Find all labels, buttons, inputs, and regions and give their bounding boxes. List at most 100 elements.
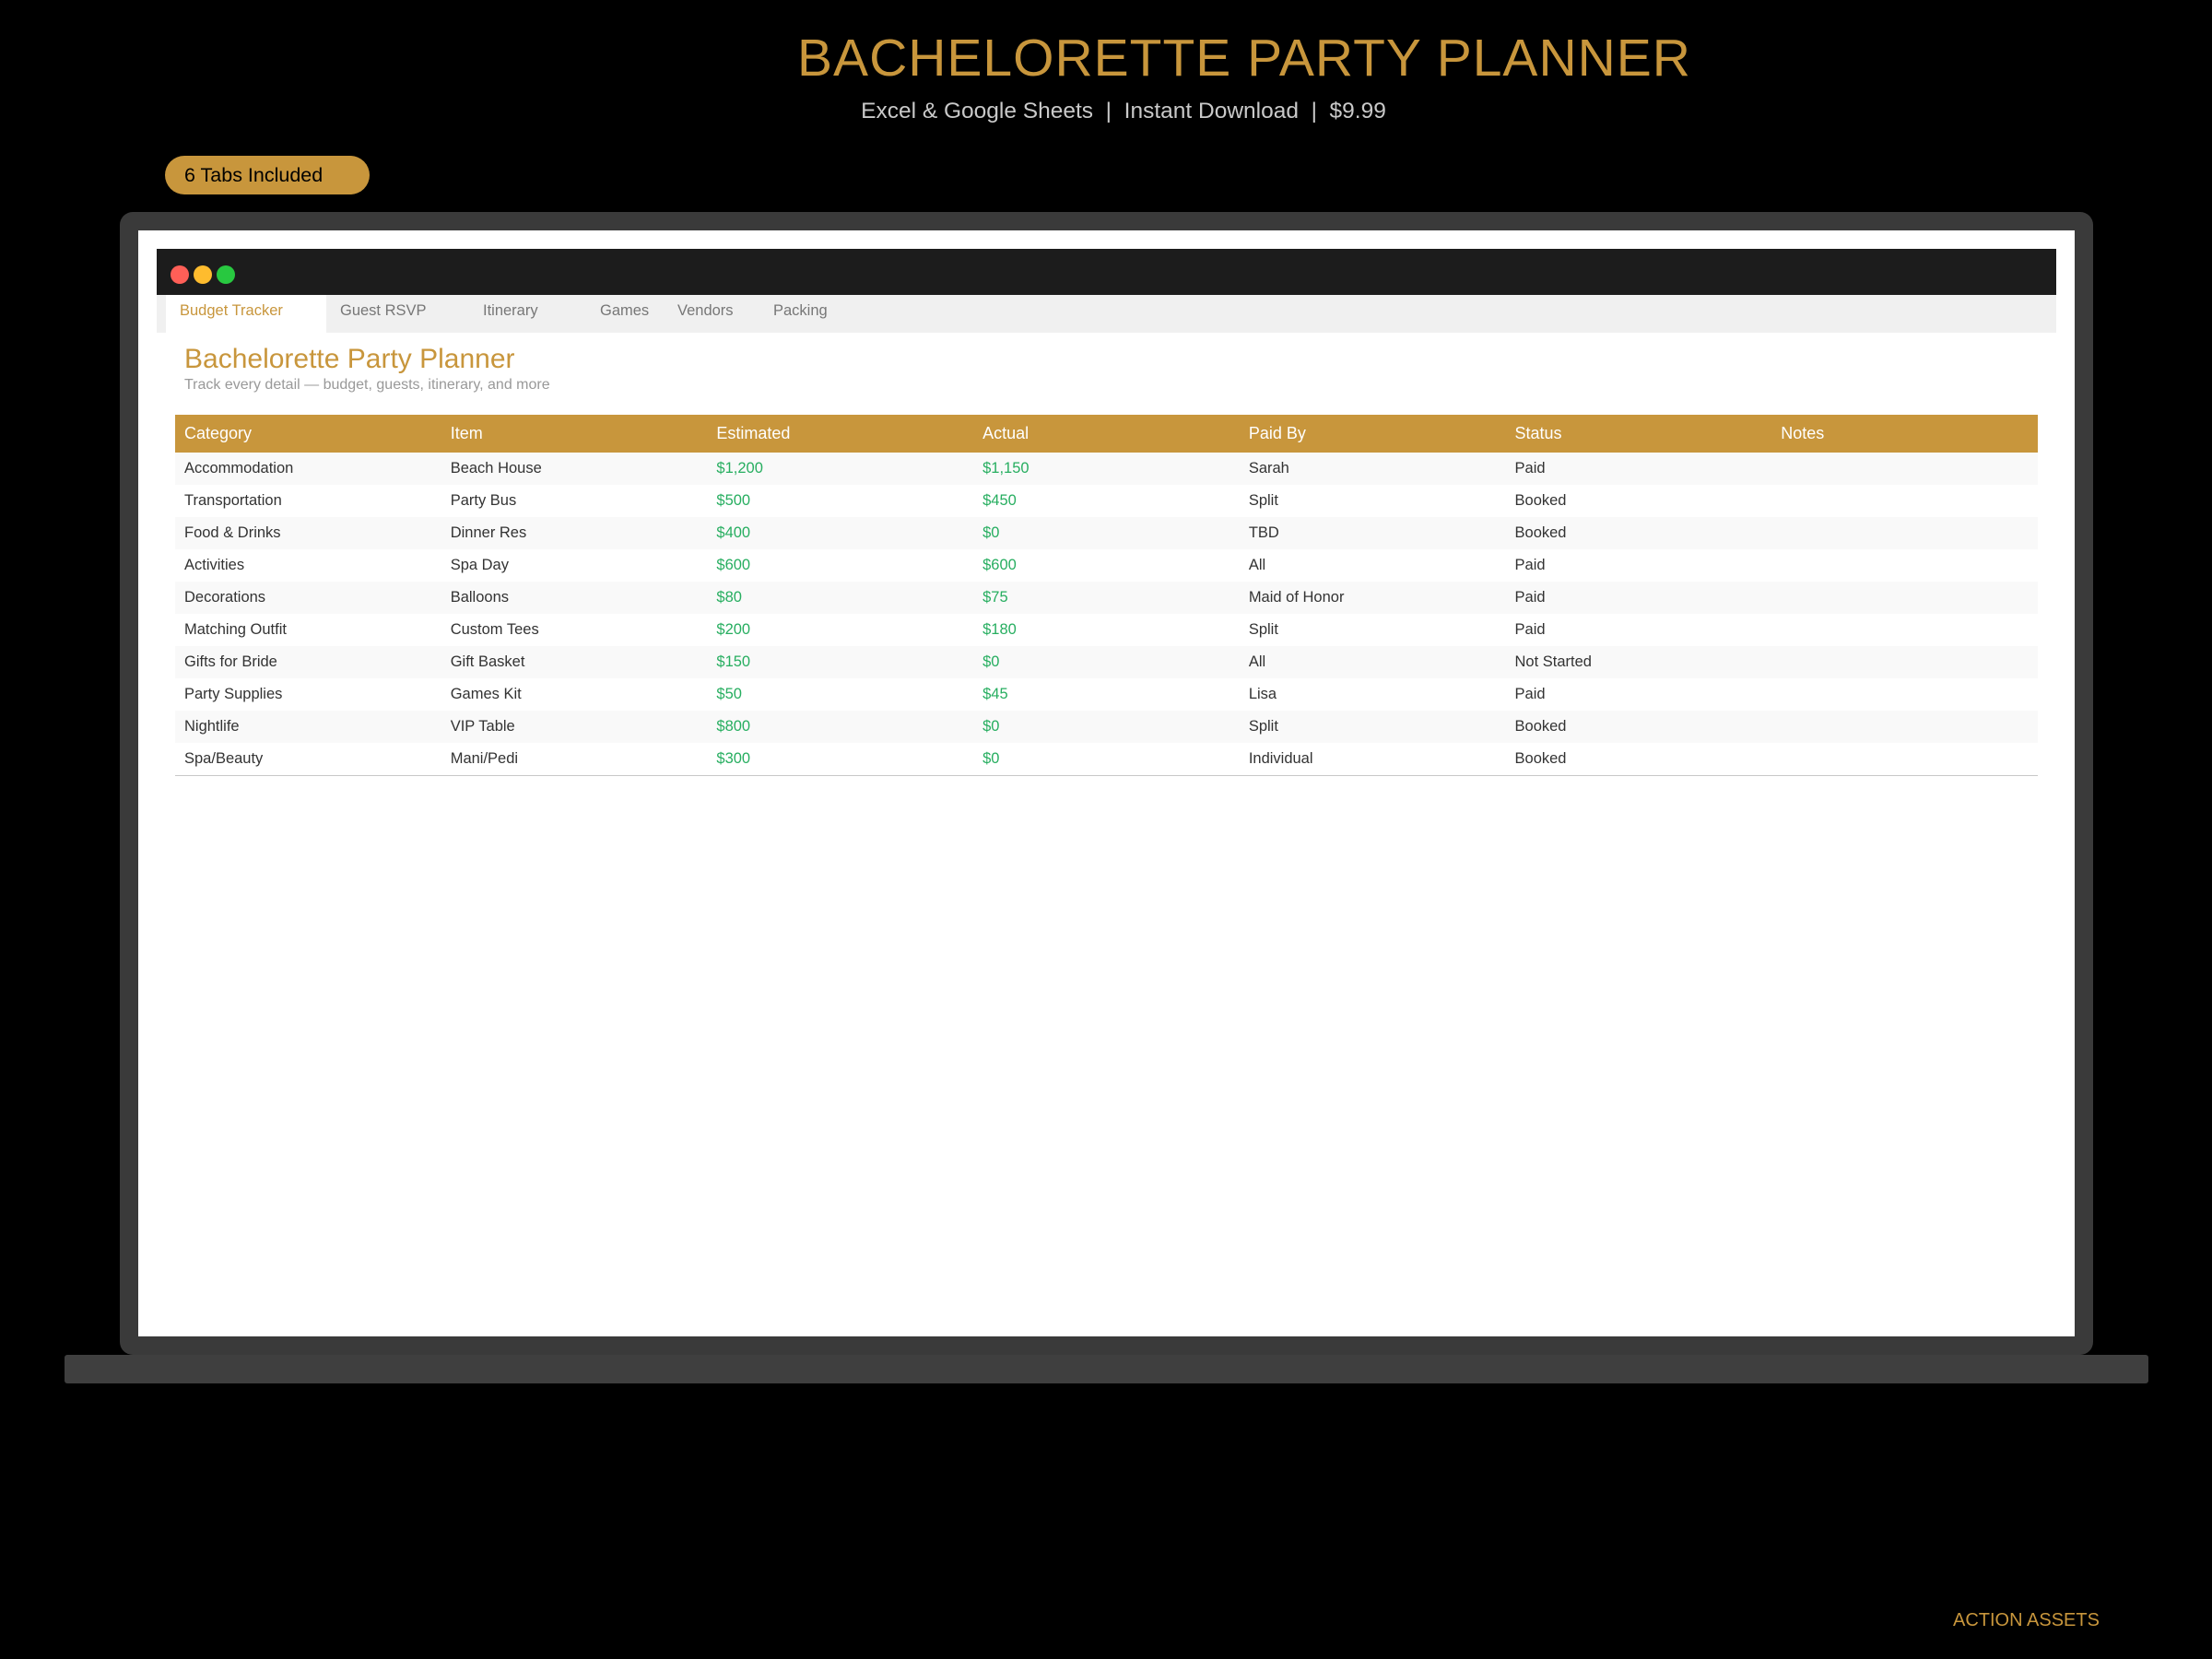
cell-estimated[interactable]: $800: [707, 711, 974, 743]
sheet-tab-bar: Budget Tracker Guest RSVP Itinerary Game…: [157, 295, 2056, 333]
tab-games[interactable]: Games: [600, 295, 649, 333]
cell-estimated[interactable]: $50: [707, 678, 973, 711]
cell-item[interactable]: Party Bus: [441, 485, 708, 517]
cell-estimated[interactable]: $500: [707, 485, 973, 517]
cell-actual[interactable]: $1,150: [973, 453, 1240, 485]
cell-item[interactable]: Spa Day: [441, 549, 708, 582]
cell-actual[interactable]: $0: [973, 711, 1240, 743]
sheet-title: Bachelorette Party Planner: [184, 344, 515, 374]
cell-category[interactable]: Nightlife: [175, 711, 441, 743]
cell-status[interactable]: Booked: [1505, 711, 1772, 743]
cell-item[interactable]: Gift Basket: [441, 646, 708, 678]
cell-item[interactable]: Beach House: [441, 453, 708, 485]
cell-notes[interactable]: [1771, 549, 2038, 582]
cell-notes[interactable]: [1771, 582, 2038, 614]
cell-actual[interactable]: $450: [973, 485, 1240, 517]
column-header-paid-by[interactable]: Paid By: [1239, 415, 1506, 453]
cell-paid-by[interactable]: Individual: [1239, 743, 1506, 776]
cell-paid-by[interactable]: Sarah: [1239, 453, 1506, 485]
table-row: Gifts for Bride Gift Basket $150 $0 All Not S…: [175, 646, 2038, 678]
cell-category[interactable]: Transportation: [175, 485, 441, 517]
minimize-window-icon[interactable]: [194, 265, 212, 284]
cell-category[interactable]: Activities: [175, 549, 441, 582]
table-header-row: Category Item Estimated Actual Paid By S…: [175, 415, 2038, 453]
cell-notes[interactable]: [1771, 646, 2038, 678]
cell-notes[interactable]: [1771, 678, 2038, 711]
cell-estimated[interactable]: $200: [707, 614, 973, 646]
close-window-icon[interactable]: [171, 265, 189, 284]
cell-item[interactable]: Dinner Res: [441, 517, 708, 549]
cell-item[interactable]: Games Kit: [441, 678, 708, 711]
tab-vendors[interactable]: Vendors: [677, 295, 734, 333]
cell-status[interactable]: Paid: [1506, 678, 1772, 711]
cell-category[interactable]: Gifts for Bride: [175, 646, 441, 678]
table-row: Decorations Balloons $80 $75 Maid of Honor Pa…: [175, 582, 2038, 614]
cell-category[interactable]: Food & Drinks: [175, 517, 441, 549]
table-row: Transportation Party Bus $500 $450 Split Book…: [175, 485, 2038, 517]
cell-estimated[interactable]: $400: [707, 517, 974, 549]
cell-category[interactable]: Party Supplies: [175, 678, 441, 711]
cell-status[interactable]: Paid: [1506, 549, 1772, 582]
cell-paid-by[interactable]: Maid of Honor: [1239, 582, 1506, 614]
tab-guest-rsvp[interactable]: Guest RSVP: [340, 295, 427, 333]
cell-estimated[interactable]: $80: [707, 582, 974, 614]
cell-item[interactable]: Mani/Pedi: [441, 743, 708, 776]
cell-status[interactable]: Paid: [1505, 582, 1772, 614]
sheet-subtitle: Track every detail — budget, guests, iti…: [184, 377, 550, 393]
column-header-notes[interactable]: Notes: [1771, 415, 2038, 453]
column-header-actual[interactable]: Actual: [973, 415, 1240, 453]
cell-category[interactable]: Decorations: [175, 582, 441, 614]
column-header-item[interactable]: Item: [441, 415, 708, 453]
cell-notes[interactable]: [1771, 743, 2038, 776]
cell-status[interactable]: Paid: [1505, 453, 1772, 485]
maximize-window-icon[interactable]: [217, 265, 235, 284]
table-row: Matching Outfit Custom Tees $200 $180 Split P…: [175, 614, 2038, 646]
cell-notes[interactable]: [1771, 485, 2038, 517]
cell-paid-by[interactable]: Split: [1240, 485, 1506, 517]
cell-notes[interactable]: [1771, 517, 2038, 549]
cell-actual[interactable]: $45: [973, 678, 1240, 711]
cell-status[interactable]: Booked: [1505, 743, 1772, 776]
cell-actual[interactable]: $180: [973, 614, 1240, 646]
cell-actual[interactable]: $0: [973, 517, 1240, 549]
cell-paid-by[interactable]: Lisa: [1240, 678, 1506, 711]
cell-notes[interactable]: [1771, 453, 2038, 485]
tabs-included-badge: 6 Tabs Included: [165, 156, 370, 194]
cell-actual[interactable]: $0: [973, 646, 1240, 678]
cell-actual[interactable]: $75: [973, 582, 1240, 614]
cell-status[interactable]: Paid: [1506, 614, 1772, 646]
cell-notes[interactable]: [1771, 614, 2038, 646]
cell-estimated[interactable]: $150: [707, 646, 974, 678]
cell-notes[interactable]: [1771, 711, 2038, 743]
cell-estimated[interactable]: $600: [707, 549, 973, 582]
column-header-status[interactable]: Status: [1505, 415, 1772, 453]
cell-actual[interactable]: $0: [973, 743, 1240, 776]
cell-status[interactable]: Not Started: [1505, 646, 1772, 678]
cell-item[interactable]: VIP Table: [441, 711, 708, 743]
cell-actual[interactable]: $600: [973, 549, 1240, 582]
cell-paid-by[interactable]: Split: [1239, 711, 1506, 743]
column-header-category[interactable]: Category: [175, 415, 441, 453]
cell-estimated[interactable]: $300: [707, 743, 974, 776]
cell-estimated[interactable]: $1,200: [707, 453, 974, 485]
window-titlebar: [157, 249, 2056, 295]
column-header-estimated[interactable]: Estimated: [707, 415, 974, 453]
tab-itinerary[interactable]: Itinerary: [483, 295, 538, 333]
cell-item[interactable]: Custom Tees: [441, 614, 708, 646]
tab-budget-tracker[interactable]: Budget Tracker: [166, 295, 326, 333]
cell-paid-by[interactable]: All: [1239, 646, 1506, 678]
cell-category[interactable]: Spa/Beauty: [175, 743, 441, 776]
table-row: Accommodation Beach House $1,200 $1,150 Sara…: [175, 453, 2038, 485]
cell-status[interactable]: Booked: [1505, 517, 1772, 549]
tab-packing[interactable]: Packing: [773, 295, 828, 333]
cell-item[interactable]: Balloons: [441, 582, 708, 614]
budget-table: Category Item Estimated Actual Paid By S…: [175, 415, 2038, 776]
laptop-frame: Budget Tracker Guest RSVP Itinerary Game…: [120, 212, 2093, 1355]
cell-paid-by[interactable]: TBD: [1239, 517, 1506, 549]
cell-status[interactable]: Booked: [1506, 485, 1772, 517]
cell-paid-by[interactable]: All: [1240, 549, 1506, 582]
cell-category[interactable]: Matching Outfit: [175, 614, 441, 646]
cell-paid-by[interactable]: Split: [1240, 614, 1506, 646]
cell-category[interactable]: Accommodation: [175, 453, 441, 485]
promo-subtitle: Excel & Google Sheets | Instant Download…: [861, 99, 1386, 124]
